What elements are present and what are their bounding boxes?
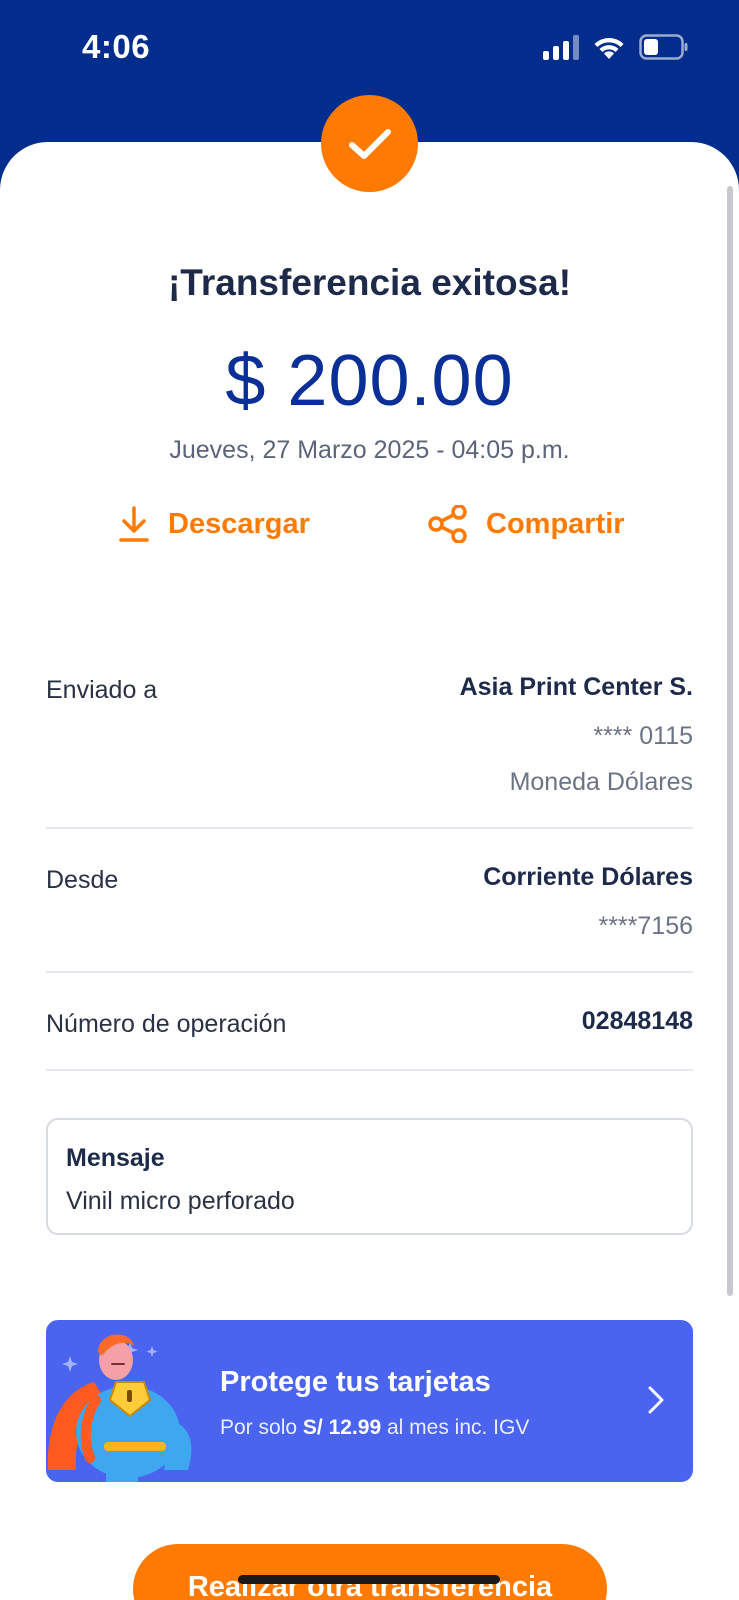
message-title: Mensaje: [66, 1144, 165, 1172]
promo-title: Protege tus tarjetas: [220, 1366, 491, 1398]
success-check-badge: [321, 95, 418, 192]
from-label: Desde: [46, 866, 119, 894]
recipient-account: **** 0115: [593, 722, 693, 750]
share-label: Compartir: [486, 507, 625, 540]
chevron-right-icon: [648, 1386, 664, 1414]
transfer-datetime: Jueves, 27 Marzo 2025 - 04:05 p.m.: [169, 436, 570, 464]
checkmark-icon: [348, 128, 391, 159]
status-time: 4:06: [82, 28, 151, 65]
cellular-signal-icon: [543, 34, 579, 60]
transfer-amount: $ 200.00: [225, 341, 514, 421]
promo-suffix: al mes inc. IGV: [386, 1416, 530, 1439]
divider: [46, 827, 693, 829]
protect-cards-promo-banner[interactable]: Protege tus tarjetas Por solo S/ 12.99 a…: [46, 1320, 693, 1482]
download-icon: [119, 506, 149, 542]
promo-prefix: Por solo: [220, 1416, 298, 1439]
sent-to-label: Enviado a: [46, 676, 158, 704]
wifi-icon: [593, 35, 625, 60]
operation-number: 02848148: [581, 1007, 693, 1035]
divider: [46, 1069, 693, 1071]
promo-subtitle: Por solo S/ 12.99 al mes inc. IGV: [220, 1416, 529, 1440]
divider: [46, 971, 693, 973]
share-button[interactable]: Compartir: [428, 505, 625, 543]
source-account-type: Corriente Dólares: [483, 863, 693, 891]
battery-icon: [639, 34, 689, 60]
operation-number-label: Número de operación: [46, 1010, 287, 1038]
download-label: Descargar: [168, 507, 310, 540]
share-icon: [428, 505, 467, 543]
status-icons: [543, 34, 689, 60]
message-text: Vinil micro perforado: [66, 1187, 295, 1215]
scrollbar[interactable]: [727, 186, 733, 1296]
download-button[interactable]: Descargar: [118, 505, 310, 543]
new-transfer-button[interactable]: Realizar otra transferencia: [133, 1544, 607, 1600]
superhero-mascot-icon: [47, 1334, 192, 1482]
recipient-currency: Moneda Dólares: [509, 768, 693, 796]
promo-price: S/ 12.99: [302, 1416, 382, 1439]
recipient-name: Asia Print Center S.: [459, 673, 693, 701]
page-title: ¡Transferencia exitosa!: [167, 262, 572, 303]
message-box: Mensaje Vinil micro perforado: [46, 1118, 693, 1235]
source-account-number: ****7156: [598, 912, 693, 940]
home-indicator: [238, 1575, 500, 1584]
